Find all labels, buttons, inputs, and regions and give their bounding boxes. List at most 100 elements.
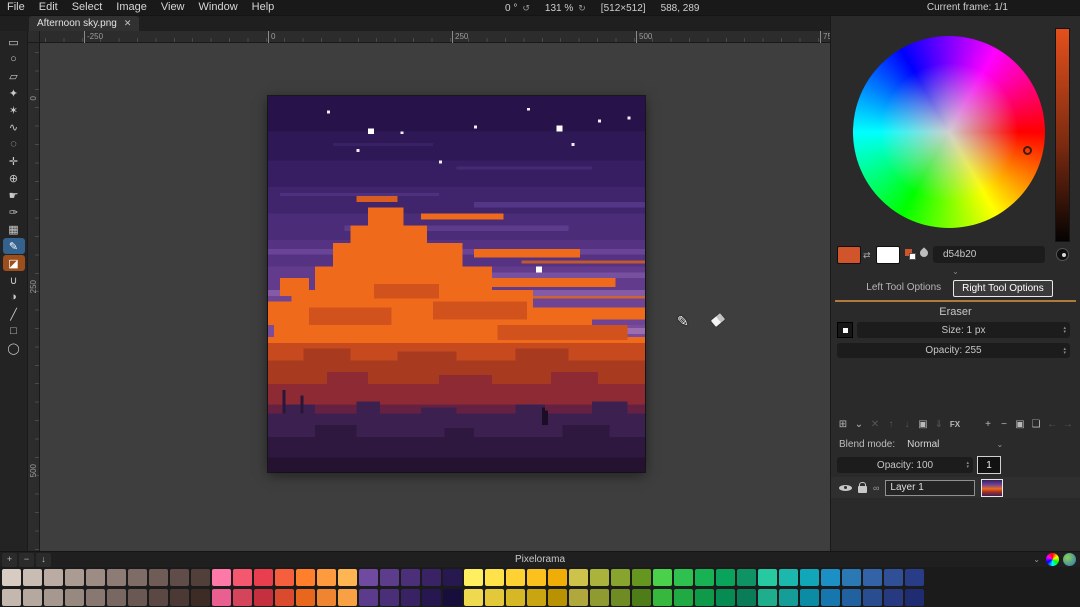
tool-zoom[interactable]: ⊕ [3, 170, 25, 186]
tool-eraser[interactable]: ◪ [3, 255, 25, 271]
palette-swatch[interactable] [842, 569, 861, 586]
palette-swatch[interactable] [737, 569, 756, 586]
palette-swatch[interactable] [44, 569, 63, 586]
cel-thumbnail[interactable] [981, 479, 1003, 497]
palette-swatch[interactable] [296, 569, 315, 586]
layer-name-field[interactable]: Layer 1 [885, 480, 975, 496]
value-slider[interactable] [1055, 28, 1070, 242]
palette-swatch[interactable] [2, 569, 21, 586]
palette-swatch[interactable] [2, 589, 21, 606]
palette-swatch[interactable] [233, 589, 252, 606]
tool-move[interactable]: ✛ [3, 153, 25, 169]
palette-swatch[interactable] [905, 589, 924, 606]
layer-opacity-spinbox[interactable]: Opacity: 100 ▴▾ [837, 457, 973, 473]
palette-swatch[interactable] [170, 589, 189, 606]
add-frame-icon[interactable]: + [980, 419, 996, 430]
palette-swatch[interactable] [317, 569, 336, 586]
color-stack-icon[interactable] [905, 249, 917, 261]
palette-swatch[interactable] [44, 589, 63, 606]
palette-swatch[interactable] [359, 569, 378, 586]
palette-swatch[interactable] [590, 569, 609, 586]
palette-swatch[interactable] [485, 589, 504, 606]
palette-swatch[interactable] [443, 589, 462, 606]
blend-mode-dropdown[interactable]: Normal ⌄ [901, 438, 1009, 452]
menu-help[interactable]: Help [245, 0, 282, 15]
collapse-chevron-icon[interactable]: ⌄ [831, 267, 1080, 276]
horizontal-ruler[interactable]: -250025050075 [40, 31, 830, 43]
menu-view[interactable]: View [154, 0, 192, 15]
palette-swatch[interactable] [779, 569, 798, 586]
palette-swatch[interactable] [233, 569, 252, 586]
palette-swatch[interactable] [191, 569, 210, 586]
tool-opacity-spin-arrows[interactable]: ▴▾ [1063, 343, 1066, 358]
menu-image[interactable]: Image [109, 0, 154, 15]
palette-swatch[interactable] [275, 569, 294, 586]
palette-swatch[interactable] [632, 569, 651, 586]
palette-swatch[interactable] [443, 569, 462, 586]
palette-swatch[interactable] [212, 569, 231, 586]
palette-swatch[interactable] [611, 589, 630, 606]
palette-swatch[interactable] [317, 589, 336, 606]
palette-swatch[interactable] [548, 569, 567, 586]
menu-edit[interactable]: Edit [32, 0, 65, 15]
clone-layer-icon[interactable]: ▣ [915, 419, 931, 430]
layer-visibility-icon[interactable] [839, 482, 852, 494]
tool-rectangle[interactable]: □ [3, 323, 25, 339]
brush-preview[interactable] [837, 322, 853, 338]
reset-rotation-icon[interactable]: ↺ [522, 3, 530, 14]
palette-swatch[interactable] [212, 589, 231, 606]
tool-crop[interactable]: ▦ [3, 221, 25, 237]
palette-swatch[interactable] [107, 569, 126, 586]
palette-swatch[interactable] [863, 589, 882, 606]
tab-right-tool-options[interactable]: Right Tool Options [953, 280, 1053, 297]
palette-swatch[interactable] [821, 569, 840, 586]
palette-swatch[interactable] [569, 589, 588, 606]
palette-swatch[interactable] [905, 569, 924, 586]
palette-swatch[interactable] [380, 569, 399, 586]
palette-swatch[interactable] [170, 569, 189, 586]
palette-swatch[interactable] [86, 589, 105, 606]
tool-color-picker[interactable]: ✑ [3, 204, 25, 220]
tool-ellipse[interactable]: ◯ [3, 340, 25, 356]
import-palette-button[interactable]: ↓ [36, 553, 51, 567]
palette-swatch[interactable] [863, 569, 882, 586]
palette-swatch[interactable] [506, 589, 525, 606]
palette-swatch[interactable] [632, 589, 651, 606]
palette-swatch[interactable] [65, 589, 84, 606]
palette-swatch[interactable] [464, 589, 483, 606]
color-wheel[interactable] [853, 36, 1045, 228]
palette-swatch[interactable] [527, 569, 546, 586]
layer-lock-icon[interactable] [858, 486, 867, 493]
color-mode-icon[interactable] [1056, 248, 1069, 261]
tool-ellipse-select[interactable]: ○ [3, 51, 25, 67]
palette-swatch[interactable] [254, 589, 273, 606]
palette-swatch[interactable] [884, 589, 903, 606]
layer-fx-icon[interactable]: FX [947, 420, 963, 429]
canvas-artwork[interactable] [268, 96, 645, 472]
remove-frame-icon[interactable]: − [996, 419, 1012, 430]
palette-swatch[interactable] [821, 589, 840, 606]
palette-swatch[interactable] [380, 589, 399, 606]
tool-magic-wand[interactable]: ✶ [3, 102, 25, 118]
palette-swatch[interactable] [149, 589, 168, 606]
swap-colors-icon[interactable]: ⇄ [863, 250, 871, 261]
clone-frame-icon[interactable]: ▣ [1012, 419, 1028, 430]
layer-row[interactable]: ∞ Layer 1 [831, 477, 1080, 498]
palette-swatch[interactable] [254, 569, 273, 586]
tool-opacity-spinbox[interactable]: Opacity: 255 ▴▾ [837, 343, 1070, 358]
frame-header-cell[interactable]: 1 [977, 456, 1001, 474]
palette-swatch[interactable] [191, 589, 210, 606]
tool-color-select[interactable]: ✦ [3, 85, 25, 101]
palette-swatch[interactable] [779, 589, 798, 606]
palette-dropdown-icon[interactable]: ⌄ [1033, 555, 1040, 564]
left-color-swatch[interactable] [837, 246, 861, 264]
zoom-value[interactable]: 131 % [545, 3, 573, 14]
palette-swatch[interactable] [737, 589, 756, 606]
eyedropper-icon[interactable] [918, 247, 929, 258]
palette-swatch[interactable] [527, 589, 546, 606]
tool-pan[interactable]: ☛ [3, 187, 25, 203]
palette-swatch[interactable] [674, 569, 693, 586]
palette-swatch[interactable] [86, 569, 105, 586]
palette-swatch[interactable] [422, 589, 441, 606]
tool-paint-select[interactable]: ◌ [3, 136, 25, 152]
